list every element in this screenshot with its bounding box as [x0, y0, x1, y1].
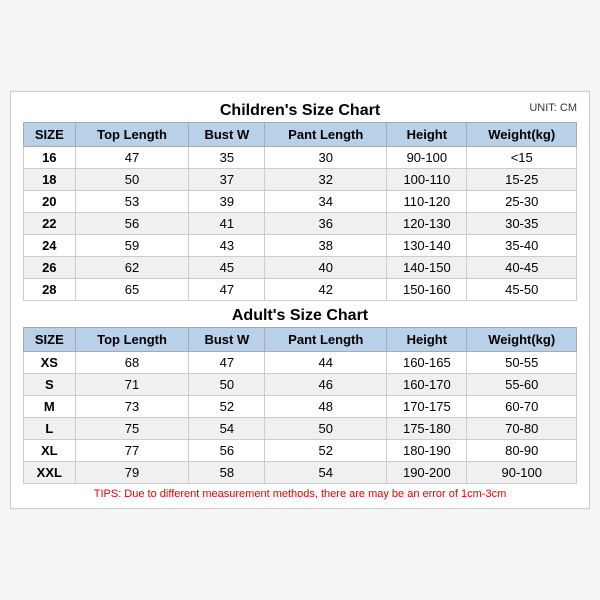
- children-title-text: Children's Size Chart: [220, 102, 380, 119]
- col-pant-length: Pant Length: [265, 123, 387, 147]
- col-size: SIZE: [24, 328, 76, 352]
- col-bust-w: Bust W: [189, 328, 265, 352]
- adults-title-text: Adult's Size Chart: [232, 307, 368, 324]
- col-height: Height: [387, 123, 467, 147]
- table-row: S715046160-17055-60: [24, 374, 577, 396]
- table-row: 20533934110-12025-30: [24, 191, 577, 213]
- col-weight: Weight(kg): [467, 328, 577, 352]
- col-top-length: Top Length: [75, 123, 189, 147]
- table-row: 1647353090-100<15: [24, 147, 577, 169]
- table-row: 28654742150-16045-50: [24, 279, 577, 301]
- table-row: 22564136120-13030-35: [24, 213, 577, 235]
- table-row: 26624540140-15040-45: [24, 257, 577, 279]
- col-size: SIZE: [24, 123, 76, 147]
- col-weight: Weight(kg): [467, 123, 577, 147]
- table-row: XS684744160-16550-55: [24, 352, 577, 374]
- size-chart-container: Children's Size Chart UNIT: CM SIZE Top …: [10, 91, 590, 509]
- table-row: M735248170-17560-70: [24, 396, 577, 418]
- table-row: XL775652180-19080-90: [24, 440, 577, 462]
- table-row: 18503732100-11015-25: [24, 169, 577, 191]
- table-row: 24594338130-14035-40: [24, 235, 577, 257]
- col-height: Height: [387, 328, 467, 352]
- table-row: L755450175-18070-80: [24, 418, 577, 440]
- adults-header-row: SIZE Top Length Bust W Pant Length Heigh…: [24, 328, 577, 352]
- col-bust-w: Bust W: [189, 123, 265, 147]
- children-size-table: SIZE Top Length Bust W Pant Length Heigh…: [23, 122, 577, 301]
- unit-label: UNIT: CM: [529, 102, 577, 114]
- adults-size-table: SIZE Top Length Bust W Pant Length Heigh…: [23, 327, 577, 484]
- children-header-row: SIZE Top Length Bust W Pant Length Heigh…: [24, 123, 577, 147]
- children-title: Children's Size Chart UNIT: CM: [23, 102, 577, 120]
- adults-title: Adult's Size Chart: [23, 307, 577, 325]
- tips-text: TIPS: Due to different measurement metho…: [23, 488, 577, 500]
- table-row: XXL795854190-20090-100: [24, 462, 577, 484]
- col-pant-length: Pant Length: [265, 328, 387, 352]
- col-top-length: Top Length: [75, 328, 189, 352]
